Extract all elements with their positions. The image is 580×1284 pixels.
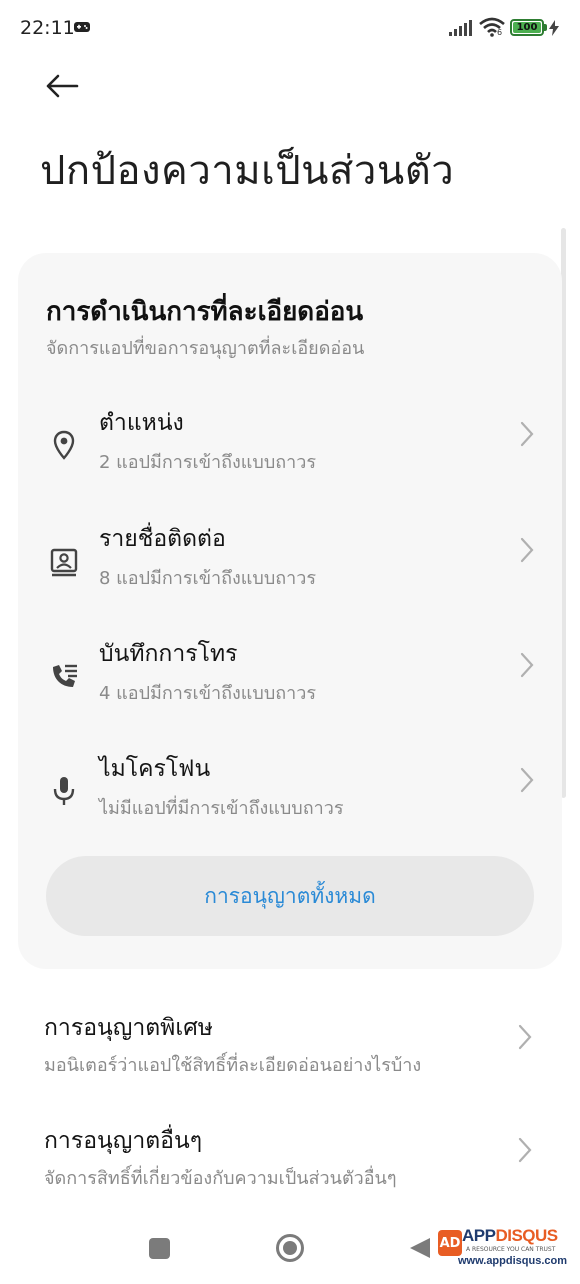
permission-label: ไมโครโฟน: [99, 756, 211, 782]
permission-label: รายชื่อติดต่อ: [99, 526, 226, 552]
watermark-url: www.appdisqus.com: [458, 1255, 567, 1267]
status-time: 22:11: [20, 17, 75, 39]
chevron-right-icon: [520, 537, 534, 563]
contacts-icon: [48, 543, 80, 579]
row-label: การอนุญาตอื่นๆ: [44, 1128, 203, 1154]
arrow-left-icon: [46, 74, 79, 98]
watermark-brand: APPDISQUS: [462, 1226, 558, 1245]
permission-label: ตำแหน่ง: [99, 410, 184, 436]
location-pin-icon: [48, 427, 80, 463]
nav-back-button[interactable]: [408, 1236, 432, 1260]
signal-icon: [449, 20, 472, 36]
chevron-right-icon: [518, 1024, 532, 1050]
chevron-right-icon: [518, 1137, 532, 1163]
battery-level: 100: [513, 22, 541, 33]
home-button[interactable]: [276, 1234, 304, 1262]
permission-label: บันทึกการโทร: [99, 641, 238, 667]
charging-icon: [549, 20, 559, 36]
chevron-right-icon: [520, 652, 534, 678]
recents-button[interactable]: [149, 1238, 170, 1259]
back-button[interactable]: [38, 66, 86, 106]
permission-item-location[interactable]: ตำแหน่ง 2 แอปมีการเข้าถึงแบบถาวร: [18, 405, 562, 505]
permission-desc: 8 แอปมีการเข้าถึงแบบถาวร: [99, 568, 317, 589]
wifi-badge: 6: [497, 28, 503, 37]
permission-item-microphone[interactable]: ไมโครโฟน ไม่มีแอปที่มีการเข้าถึงแบบถาวร: [18, 751, 562, 851]
permission-desc: ไม่มีแอปที่มีการเข้าถึงแบบถาวร: [99, 798, 344, 819]
microphone-icon: [48, 773, 80, 809]
permission-item-contacts[interactable]: รายชื่อติดต่อ 8 แอปมีการเข้าถึงแบบถาวร: [18, 521, 562, 621]
special-permissions-row[interactable]: การอนุญาตพิเศษ มอนิเตอร์ว่าแอปใช้สิทธิ์ท…: [0, 1010, 580, 1100]
call-log-icon: [48, 658, 80, 694]
page-title: ปกป้องความเป็นส่วนตัว: [40, 148, 455, 194]
battery-icon: 100: [510, 19, 547, 36]
row-label: การอนุญาตพิเศษ: [44, 1015, 213, 1041]
game-controller-icon: [74, 22, 90, 32]
chevron-right-icon: [520, 767, 534, 793]
card-title: การดำเนินการที่ละเอียดอ่อน: [46, 297, 364, 327]
row-desc: จัดการสิทธิ์ที่เกี่ยวข้องกับความเป็นส่วน…: [44, 1168, 397, 1189]
permission-item-call-log[interactable]: บันทึกการโทร 4 แอปมีการเข้าถึงแบบถาวร: [18, 636, 562, 736]
sensitive-actions-card: การดำเนินการที่ละเอียดอ่อน จัดการแอปที่ข…: [18, 253, 562, 969]
row-desc: มอนิเตอร์ว่าแอปใช้สิทธิ์ที่ละเอียดอ่อนอย…: [44, 1055, 422, 1076]
status-bar: 22:11 6 100: [0, 0, 580, 56]
watermark-tagline: A RESOURCE YOU CAN TRUST: [466, 1246, 556, 1253]
other-permissions-row[interactable]: การอนุญาตอื่นๆ จัดการสิทธิ์ที่เกี่ยวข้อง…: [0, 1123, 580, 1213]
wifi-icon: 6: [479, 17, 505, 41]
home-dot-icon: [283, 1241, 297, 1255]
all-permissions-button[interactable]: การอนุญาตทั้งหมด: [46, 856, 534, 936]
privacy-protection-screen: 22:11 6 100 ปกป้องความเป็นส่วนตัว การดำเ…: [0, 0, 580, 1284]
watermark-logo: AD APPDISQUS A RESOURCE YOU CAN TRUST ww…: [438, 1222, 567, 1276]
chevron-right-icon: [520, 421, 534, 447]
card-subtitle: จัดการแอปที่ขอการอนุญาตที่ละเอียดอ่อน: [46, 338, 365, 359]
watermark-badge-icon: AD: [438, 1230, 462, 1256]
permission-desc: 4 แอปมีการเข้าถึงแบบถาวร: [99, 683, 317, 704]
permission-desc: 2 แอปมีการเข้าถึงแบบถาวร: [99, 452, 317, 473]
